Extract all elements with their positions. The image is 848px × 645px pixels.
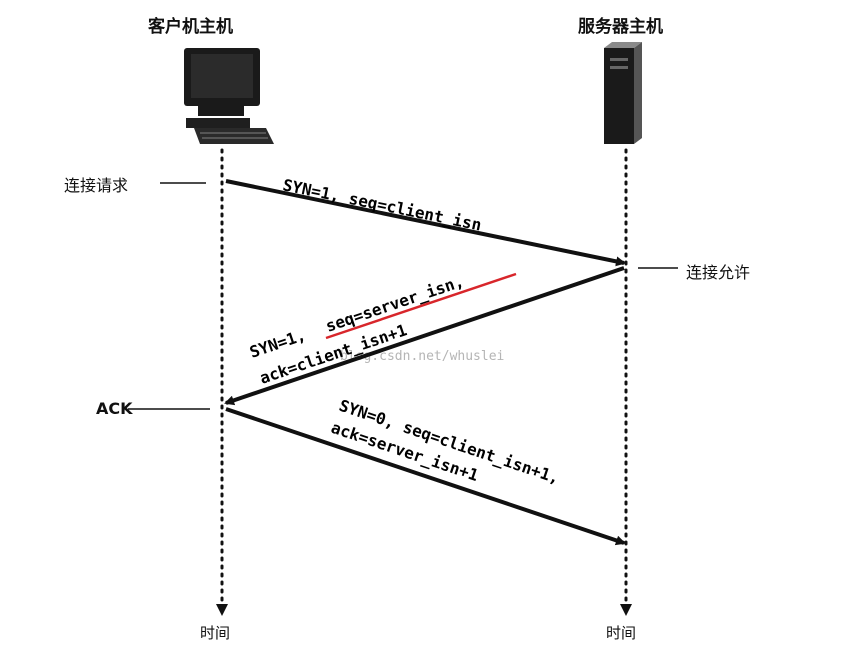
syn-message-text: SYN=1, seq=client_isn xyxy=(281,175,483,234)
client-timeline-arrow xyxy=(216,604,228,616)
tcp-handshake-diagram: blog.csdn.net/whuslei SYN=1, seq=client_… xyxy=(128,42,678,616)
desktop-computer-icon xyxy=(184,48,274,144)
server-timeline-arrow xyxy=(620,604,632,616)
server-tower-icon xyxy=(604,42,642,144)
seq-highlight-underline xyxy=(325,272,517,340)
